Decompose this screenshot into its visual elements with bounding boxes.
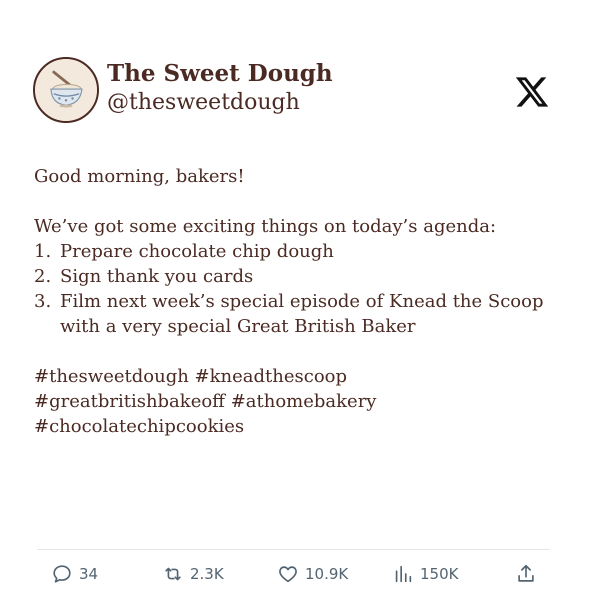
post-body: Good morning, bakers! We’ve got some exc… bbox=[34, 164, 554, 439]
hashtag-line[interactable]: #greatbritishbakeoff #athomebakery bbox=[34, 389, 554, 414]
avatar[interactable] bbox=[33, 57, 99, 123]
list-number: 1. bbox=[34, 241, 52, 262]
bar-chart-icon bbox=[395, 565, 412, 583]
repost-icon bbox=[165, 567, 181, 581]
list-text: Sign thank you cards bbox=[60, 266, 254, 287]
view-count: 150K bbox=[420, 565, 459, 583]
post-card: The Sweet Dough @thesweetdough Good morn… bbox=[0, 0, 600, 600]
list-text: Prepare chocolate chip dough bbox=[60, 241, 334, 262]
list-text: Film next week’s special episode of Knea… bbox=[60, 291, 544, 337]
reply-button[interactable]: 34 bbox=[51, 558, 98, 590]
hashtag-line[interactable]: #thesweetdough #kneadthescoop bbox=[34, 364, 554, 389]
views-button[interactable]: 150K bbox=[392, 558, 458, 590]
hashtag-line[interactable]: #chocolatechipcookies bbox=[34, 414, 554, 439]
list-number: 3. bbox=[34, 291, 52, 312]
greeting-text: Good morning, bakers! bbox=[34, 166, 245, 187]
reply-count: 34 bbox=[79, 565, 99, 583]
divider bbox=[37, 549, 550, 550]
heart-icon bbox=[279, 566, 297, 583]
like-count: 10.9K bbox=[305, 565, 349, 583]
mixing-bowl-icon bbox=[35, 59, 97, 121]
like-button[interactable]: 10.9K bbox=[277, 558, 348, 590]
repost-count: 2.3K bbox=[190, 565, 224, 583]
share-icon bbox=[518, 564, 534, 582]
action-bar: 34 2.3K 10.9K 150K bbox=[0, 558, 600, 590]
user-handle[interactable]: @thesweetdough bbox=[107, 90, 300, 115]
x-logo-icon[interactable] bbox=[514, 74, 550, 110]
intro-text: We’ve got some exciting things on today’… bbox=[34, 216, 497, 237]
display-name[interactable]: The Sweet Dough bbox=[107, 60, 333, 87]
list-number: 2. bbox=[34, 266, 52, 287]
list-item: 2. Sign thank you cards bbox=[34, 264, 554, 289]
list-item: 3. Film next week’s special episode of K… bbox=[34, 289, 554, 339]
share-button[interactable] bbox=[515, 558, 537, 590]
list-item: 1. Prepare chocolate chip dough bbox=[34, 239, 554, 264]
reply-icon bbox=[53, 565, 71, 583]
agenda-list: 1. Prepare chocolate chip dough 2. Sign … bbox=[34, 239, 554, 339]
repost-button[interactable]: 2.3K bbox=[162, 558, 224, 590]
